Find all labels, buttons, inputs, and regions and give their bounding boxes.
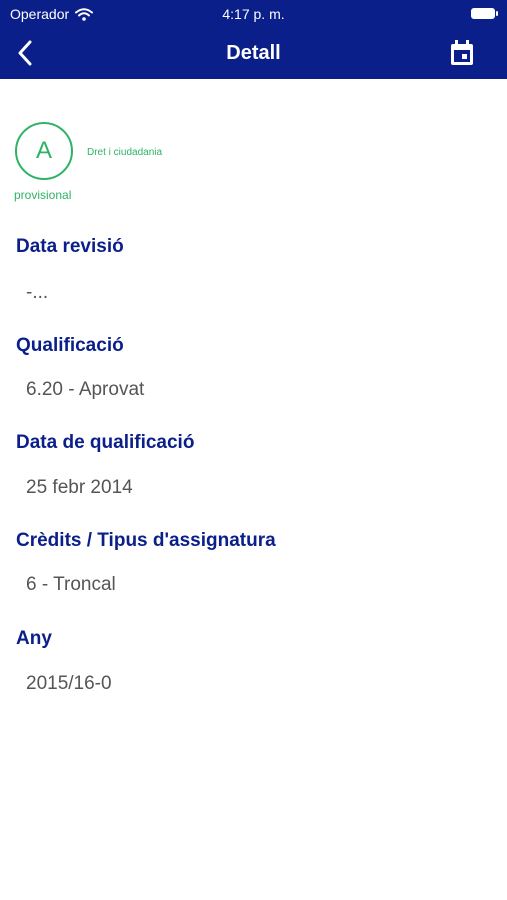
year-value: 2015/16-0 — [26, 673, 112, 694]
credits-type-label: Crèdits / Tipus d'assignatura — [16, 530, 276, 551]
year-label: Any — [16, 628, 52, 649]
credits-type-value: 6 - Troncal — [26, 574, 116, 595]
grade-status: provisional — [14, 188, 72, 202]
subject-name: Dret i ciudadania — [87, 147, 163, 158]
grade-letter: A — [35, 137, 52, 164]
battery-icon — [471, 8, 498, 19]
review-date-value: -... — [26, 282, 49, 303]
review-date-label: Data revisió — [16, 236, 124, 257]
grade-date-label: Data de qualificació — [16, 432, 195, 453]
page-title: Detall — [226, 42, 281, 64]
grade-date-value: 25 febr 2014 — [26, 477, 133, 498]
calendar-icon — [451, 40, 473, 65]
grade-value: 6.20 - Aprovat — [26, 379, 145, 400]
calendar-button[interactable] — [447, 38, 477, 68]
status-bar: Operador 4:17 p. m. — [0, 0, 507, 28]
grade-label: Qualificació — [16, 335, 124, 356]
status-time: 4:17 p. m. — [222, 6, 285, 22]
top-header: Operador 4:17 p. m. Detall — [0, 0, 507, 79]
nav-bar: Detall — [0, 28, 507, 79]
grade-badge: A — [15, 122, 73, 180]
